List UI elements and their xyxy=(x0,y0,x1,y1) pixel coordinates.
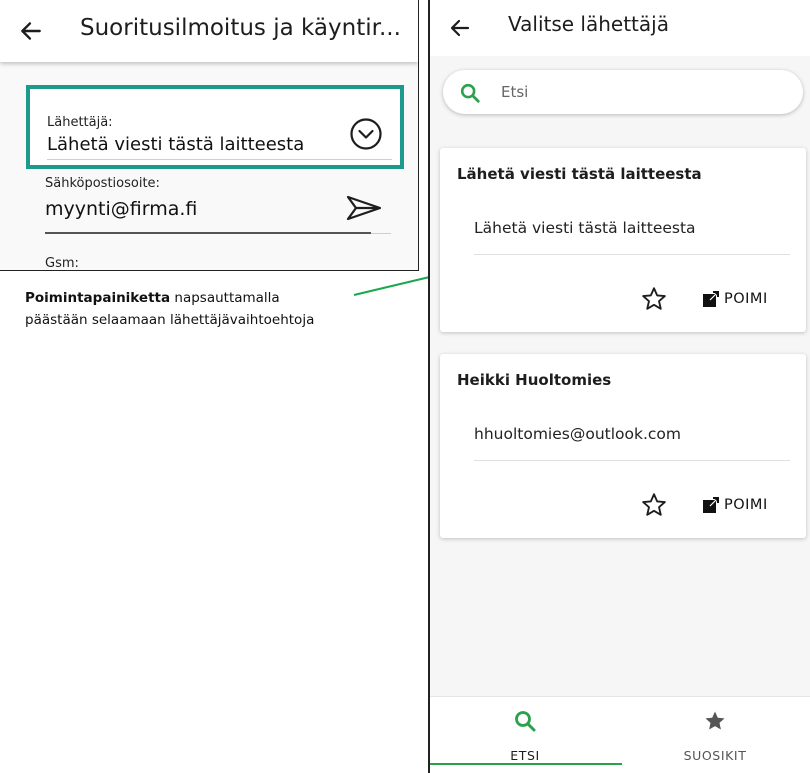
email-underline xyxy=(45,232,371,234)
email-label: Sähköpostiosoite: xyxy=(45,176,160,191)
open-external-icon xyxy=(703,291,719,307)
search-input[interactable] xyxy=(501,79,781,105)
caption-line1: napsauttamalla xyxy=(170,290,280,306)
right-screen: Valitse lähettäjä Lähetä viesti tästä la… xyxy=(430,0,810,773)
card-title: Lähetä viesti tästä laitteesta xyxy=(457,165,702,183)
right-app-bar: Valitse lähettäjä xyxy=(430,0,810,56)
tab-label: ETSI xyxy=(510,748,540,763)
sender-field[interactable]: Lähettäjä: Lähetä viesti tästä laitteest… xyxy=(26,85,404,169)
pick-button[interactable]: POIMI xyxy=(702,288,768,310)
search-icon xyxy=(460,83,480,103)
pick-label: POIMI xyxy=(724,291,768,307)
left-app-bar: Suoritusilmoitus ja käyntir... xyxy=(0,0,418,62)
star-outline-icon[interactable] xyxy=(640,491,668,519)
caption-line2: päästään selaamaan lähettäjävaihtoehtoja xyxy=(25,312,315,328)
active-tab-indicator xyxy=(430,763,622,765)
page-title: Valitse lähettäjä xyxy=(508,12,669,36)
pick-button[interactable]: POIMI xyxy=(702,494,768,516)
card-divider xyxy=(474,460,790,461)
sender-label: Lähettäjä: xyxy=(47,115,113,130)
email-underline-end xyxy=(371,233,391,234)
sender-card[interactable]: Lähetä viesti tästä laitteesta Lähetä vi… xyxy=(440,148,806,332)
back-arrow-icon[interactable] xyxy=(18,18,44,44)
email-field[interactable]: myynti@firma.fi xyxy=(45,198,197,220)
back-arrow-icon[interactable] xyxy=(448,16,472,40)
caption-bold: Poimintapainiketta xyxy=(25,290,171,306)
tab-search[interactable]: ETSI xyxy=(430,697,620,773)
card-subtitle: hhuoltomies@outlook.com xyxy=(474,425,682,443)
instruction-caption: Poimintapainiketta napsauttamalla päästä… xyxy=(25,287,375,331)
search-bar[interactable] xyxy=(443,70,803,114)
sender-underline xyxy=(47,159,392,160)
bottom-navigation: ETSI SUOSIKIT xyxy=(430,696,810,773)
page-title: Suoritusilmoitus ja käyntir... xyxy=(80,15,401,41)
left-screen: Suoritusilmoitus ja käyntir... Lähettäjä… xyxy=(0,0,419,271)
send-icon[interactable] xyxy=(344,193,384,223)
search-icon xyxy=(515,711,536,732)
sender-value: Lähetä viesti tästä laitteesta xyxy=(47,134,305,155)
chevron-circle-down-icon[interactable] xyxy=(349,117,383,151)
star-outline-icon[interactable] xyxy=(640,285,668,313)
card-divider xyxy=(474,254,790,255)
card-title: Heikki Huoltomies xyxy=(457,371,612,389)
sender-card[interactable]: Heikki Huoltomies hhuoltomies@outlook.co… xyxy=(440,354,806,538)
pick-label: POIMI xyxy=(724,497,768,513)
open-external-icon xyxy=(703,497,719,513)
gsm-label: Gsm: xyxy=(45,256,79,271)
card-subtitle: Lähetä viesti tästä laitteesta xyxy=(474,219,696,237)
tab-favorites[interactable]: SUOSIKIT xyxy=(620,697,810,773)
star-filled-icon xyxy=(705,711,725,730)
tab-label: SUOSIKIT xyxy=(683,748,747,763)
